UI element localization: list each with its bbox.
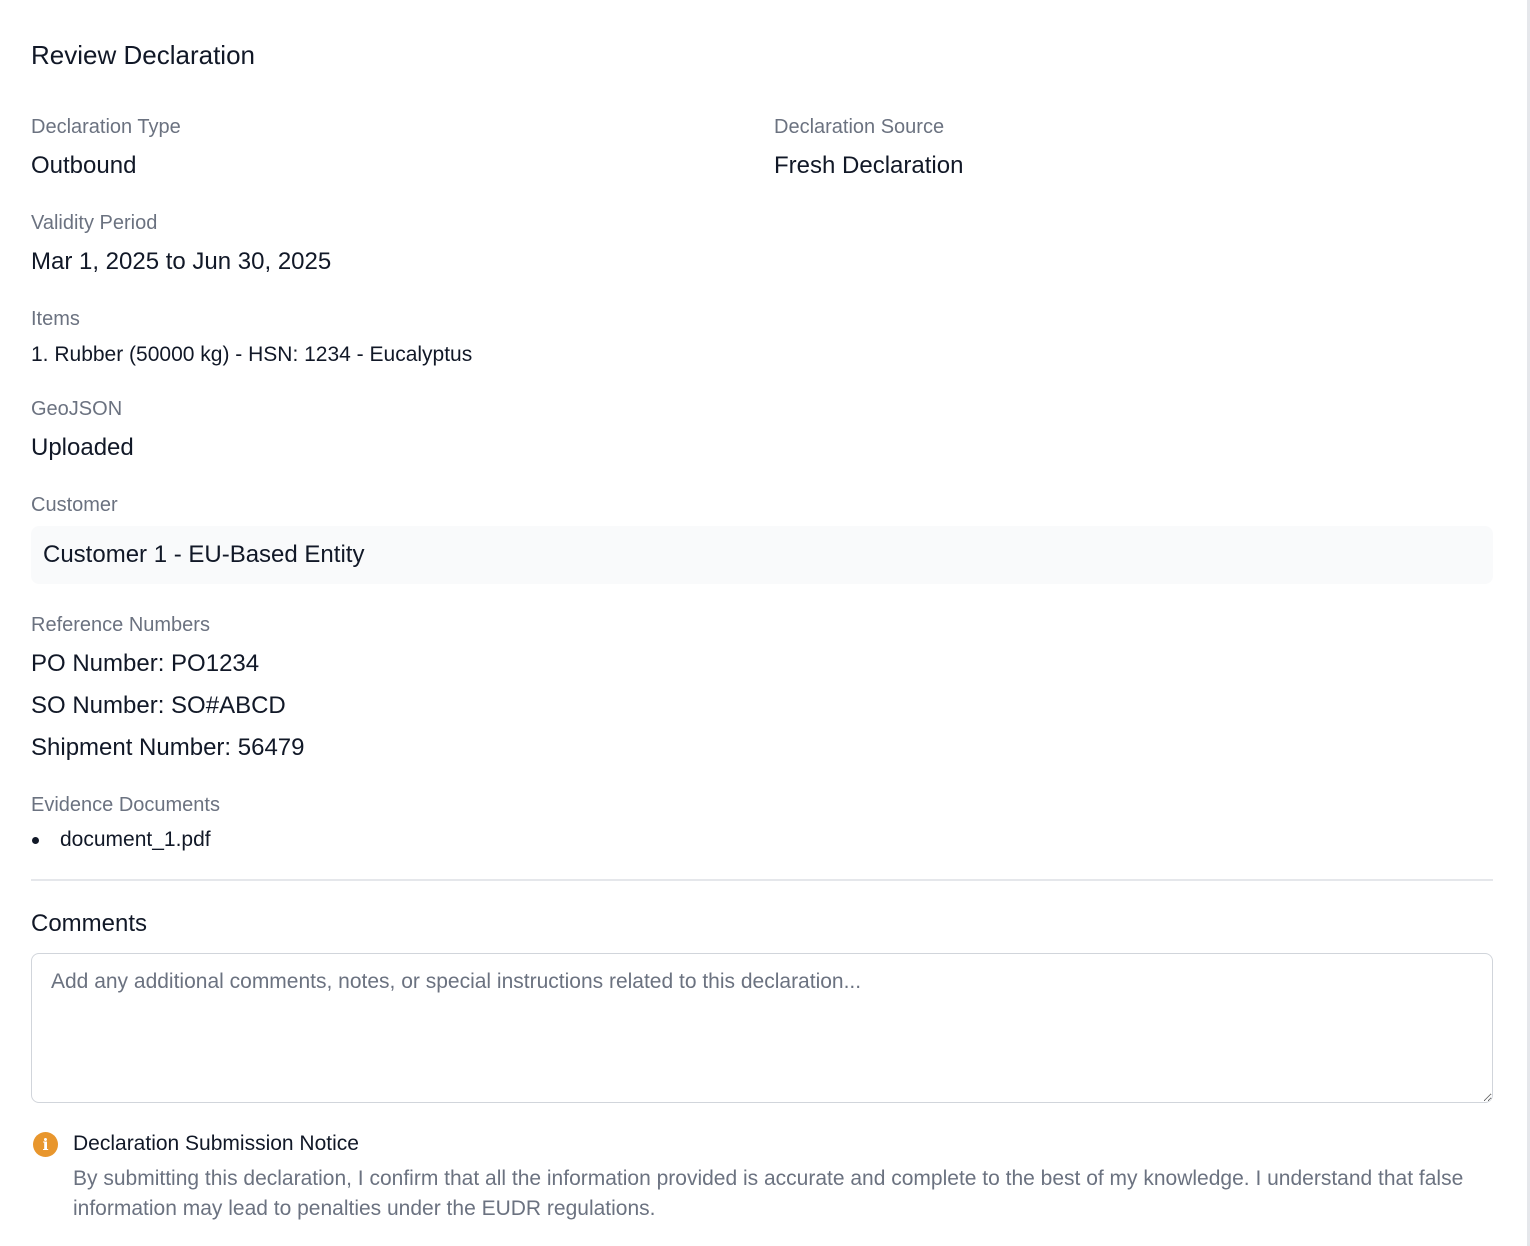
geojson-label: GeoJSON [31, 398, 123, 420]
section-divider [31, 879, 1493, 881]
notice-title: Declaration Submission Notice [73, 1132, 359, 1155]
shipment-number: Shipment Number: 56479 [31, 734, 305, 761]
declaration-type-label: Declaration Type [31, 116, 181, 138]
so-number: SO Number: SO#ABCD [31, 692, 286, 719]
customer-label: Customer [31, 494, 118, 516]
review-declaration-page: Review Declaration Declaration Type Outb… [0, 0, 1530, 1246]
declaration-source-label: Declaration Source [774, 116, 945, 138]
notice-text: By submitting this declaration, I confir… [73, 1167, 1464, 1220]
page-title: Review Declaration [31, 40, 255, 70]
document-item: document_1.pdf [31, 826, 211, 854]
po-number: PO Number: PO1234 [31, 650, 260, 677]
validity-period-label: Validity Period [31, 212, 158, 234]
evidence-documents-label: Evidence Documents [31, 794, 220, 816]
customer-card: Customer 1 - EU-Based Entity [31, 526, 1493, 584]
geojson-status: Uploaded [31, 434, 134, 461]
reference-numbers-label: Reference Numbers [31, 614, 210, 636]
declaration-source-value: Fresh Declaration [774, 152, 964, 179]
items-label: Items [31, 308, 80, 330]
declaration-type-value: Outbound [31, 152, 137, 179]
comments-title: Comments [31, 910, 148, 937]
item-entry: 1. Rubber (50000 kg) - HSN: 1234 - Eucal… [31, 343, 473, 366]
validity-period-value: Mar 1, 2025 to Jun 30, 2025 [31, 248, 332, 275]
customer-value: Customer 1 - EU-Based Entity [43, 541, 365, 568]
comments-textarea[interactable] [31, 953, 1493, 1103]
document-name: document_1.pdf [60, 828, 211, 851]
info-icon: i [33, 1132, 58, 1157]
evidence-documents-list: document_1.pdf [31, 826, 211, 854]
bullet-icon [32, 837, 39, 844]
